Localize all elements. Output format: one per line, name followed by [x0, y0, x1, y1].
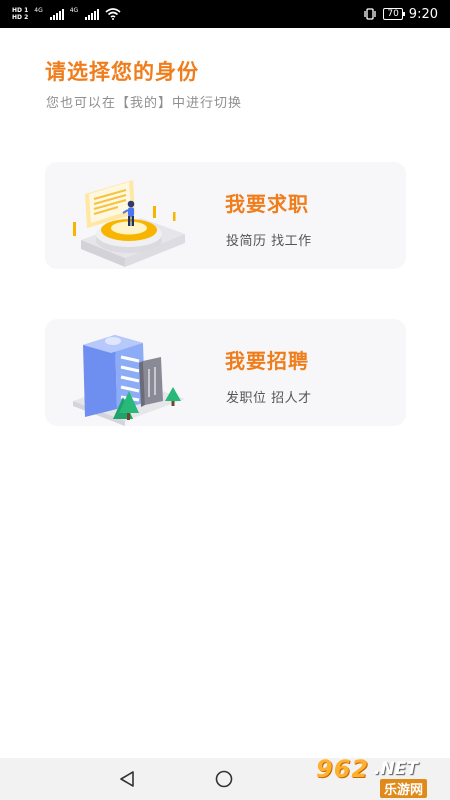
wifi-icon	[105, 8, 121, 20]
job-seeker-desc: 投简历 找工作	[226, 234, 312, 249]
signal-icon-2	[85, 8, 100, 20]
site-watermark: 962 .NET 乐游网	[310, 753, 450, 800]
sim-labels: HD 1 HD 2	[12, 7, 28, 21]
battery-icon: 70	[383, 8, 406, 20]
sim1-label: HD 1	[12, 7, 29, 14]
job-seeker-title: 我要求职	[225, 192, 309, 216]
page-subtitle: 您也可以在【我的】中进行切换	[46, 96, 243, 111]
clock: 9:20	[408, 6, 438, 22]
job-seeker-illustration	[73, 180, 185, 267]
watermark-brand: 962	[316, 755, 370, 783]
network1-label: 4G	[34, 7, 43, 14]
signal-icon	[49, 8, 64, 20]
watermark-site: 乐游网	[380, 779, 428, 798]
recruiter-title: 我要招聘	[225, 349, 309, 373]
status-bar: HD 1 HD 2 4G 4G 70 9:20	[0, 0, 450, 28]
home-icon[interactable]	[214, 770, 234, 788]
recruiter-desc: 发职位 招人才	[226, 391, 312, 406]
page-title: 请选择您的身份	[45, 60, 199, 84]
status-left: HD 1 HD 2 4G 4G	[12, 7, 121, 21]
network2-label: 4G	[69, 7, 79, 14]
job-seeker-card[interactable]: 我要求职 投简历 找工作	[45, 162, 406, 269]
watermark-net: .NET	[374, 759, 418, 779]
sim2-label: HD 2	[12, 14, 29, 21]
status-right: 70 9:20	[363, 7, 438, 22]
vibrate-icon	[364, 8, 376, 20]
recruiter-building-illustration	[73, 335, 185, 426]
back-icon[interactable]	[118, 770, 136, 788]
recruiter-card[interactable]: 我要招聘 发职位 招人才	[45, 319, 406, 426]
